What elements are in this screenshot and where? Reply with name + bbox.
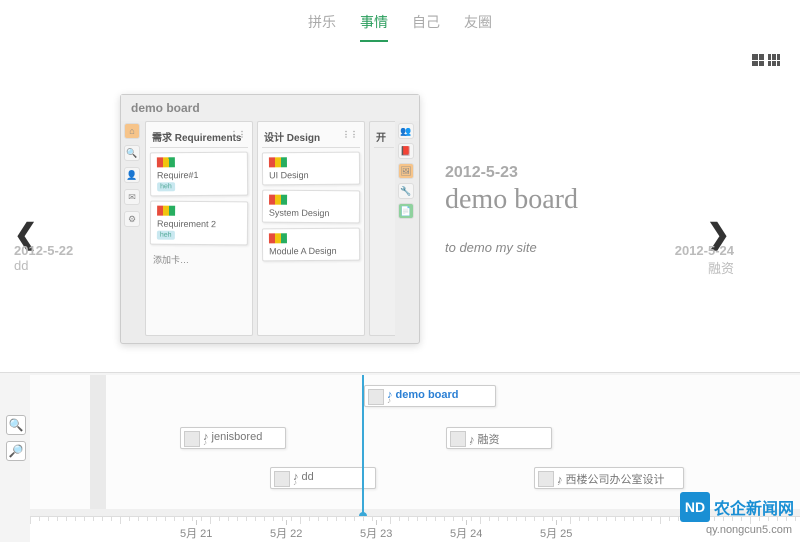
col-header-1: 设计 Design⋮⋮ <box>262 126 360 148</box>
board-col-2: 开 <box>369 121 395 336</box>
timeline-item[interactable]: ♪ jenisbored♪ <box>180 427 286 449</box>
next-title: 融资 <box>675 258 734 277</box>
person-icon[interactable]: 👤 <box>124 167 140 183</box>
watermark: ND 农企新闻网 <box>680 492 794 522</box>
next-info: 2012-5-24 融资 <box>675 243 734 277</box>
nav-item-3[interactable]: 友圈 <box>464 12 492 42</box>
col-header-0: 需求 Requirements⋮⋮ <box>150 126 248 148</box>
gear-icon[interactable]: ⚙ <box>124 211 140 227</box>
grid-small-icon[interactable] <box>768 54 780 66</box>
watermark-url: qy.nongcun5.com <box>706 524 792 536</box>
book-icon[interactable]: 📕 <box>398 143 414 159</box>
add-card[interactable]: 添加卡… <box>150 250 248 269</box>
detail-description: to demo my site <box>445 240 578 255</box>
detail-date: 2012-5-23 <box>445 164 578 182</box>
timeline-item[interactable]: ♪ demo board♪ <box>364 385 496 407</box>
card[interactable]: Require#1heh <box>150 152 248 197</box>
board-preview[interactable]: demo board ⌂ 🔍 👤 ✉ ⚙ 需求 Requirements⋮⋮ R… <box>120 94 420 344</box>
detail-panel: 2012-5-23 demo board to demo my site <box>445 164 578 255</box>
mail-icon[interactable]: ✉ <box>124 189 140 205</box>
axis-label: 5月 25 <box>540 525 572 541</box>
nav-item-1[interactable]: 事情 <box>360 12 388 42</box>
image-icon[interactable]: 🖼 <box>398 163 414 179</box>
axis-label: 5月 22 <box>270 525 302 541</box>
detail-title: demo board <box>445 184 578 216</box>
card[interactable]: System Design <box>262 190 360 224</box>
current-time-line[interactable] <box>362 375 364 516</box>
view-toggles <box>752 54 780 66</box>
axis-label: 5月 21 <box>180 525 212 541</box>
timeline-controls: 🔍 🔎 <box>6 415 26 461</box>
next-date: 2012-5-24 <box>675 243 734 258</box>
timeline-item[interactable]: ♪ dd♪ <box>270 467 376 489</box>
timeline-item[interactable]: ♪ 西楼公司办公室设计♪ <box>534 467 684 489</box>
top-nav: 拼乐 事情 自己 友圈 <box>0 0 800 54</box>
doc-icon[interactable]: 📄 <box>398 203 414 219</box>
watermark-brand: 农企新闻网 <box>714 495 794 519</box>
board-col-0: 需求 Requirements⋮⋮ Require#1heh Requireme… <box>145 121 253 336</box>
grid-large-icon[interactable] <box>752 54 764 66</box>
search-icon[interactable]: 🔍 <box>124 145 140 161</box>
prev-date: 2012-5-22 <box>14 243 73 258</box>
board-col-1: 设计 Design⋮⋮ UI Design System Design Modu… <box>257 121 365 336</box>
people-icon[interactable]: 👥 <box>398 123 414 139</box>
nav-item-2[interactable]: 自己 <box>412 12 440 42</box>
zoom-out-icon[interactable]: 🔎 <box>6 441 26 461</box>
axis-label: 5月 23 <box>360 525 392 541</box>
prev-info: 2012-5-22 dd <box>14 243 73 273</box>
board-title: demo board <box>121 95 419 121</box>
card[interactable]: Module A Design <box>262 228 360 262</box>
zoom-in-icon[interactable]: 🔍 <box>6 415 26 435</box>
card[interactable]: Requirement 2heh <box>150 201 248 246</box>
nav-item-0[interactable]: 拼乐 <box>308 12 336 42</box>
card[interactable]: UI Design <box>262 152 360 186</box>
col-header-2: 开 <box>374 126 394 148</box>
tool-icon[interactable]: 🔧 <box>398 183 414 199</box>
home-icon[interactable]: ⌂ <box>124 123 140 139</box>
axis-label: 5月 24 <box>450 525 482 541</box>
carousel: ❮ 2012-5-22 dd demo board ⌂ 🔍 👤 ✉ ⚙ 需求 R… <box>0 84 800 384</box>
prev-title: dd <box>14 258 73 273</box>
watermark-logo: ND <box>680 492 710 522</box>
board-right-icons: 👥 📕 🖼 🔧 📄 <box>395 123 417 219</box>
board-left-icons: ⌂ 🔍 👤 ✉ ⚙ <box>123 123 141 227</box>
timeline-item[interactable]: ♪ 融资♪ <box>446 427 552 449</box>
